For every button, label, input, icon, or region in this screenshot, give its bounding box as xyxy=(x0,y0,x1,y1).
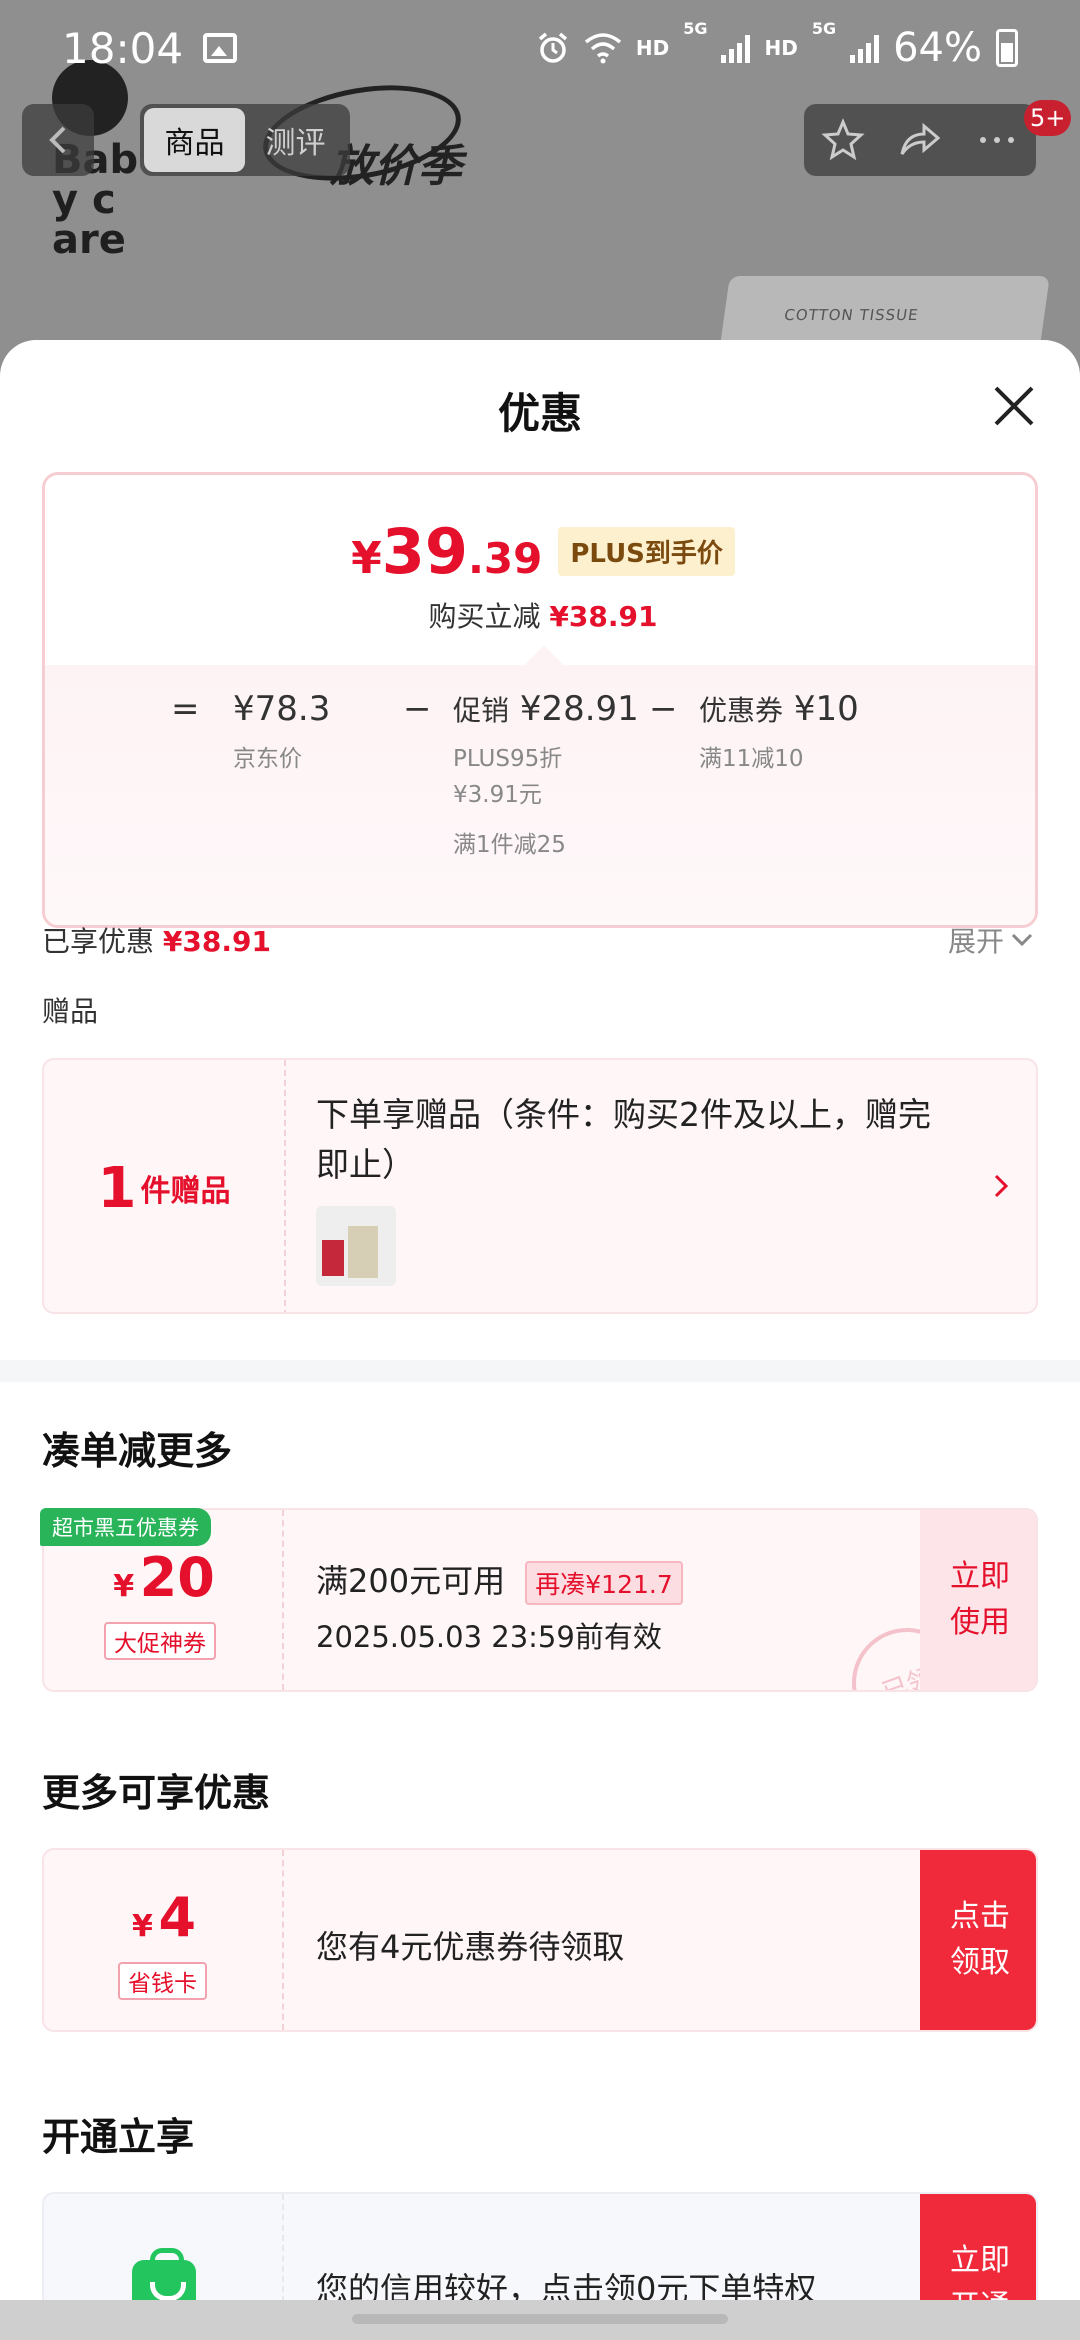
use-now-button[interactable]: 立即使用 xyxy=(920,1510,1036,1690)
coupon-line: 优惠券 ¥10 xyxy=(699,689,859,729)
gift-count-number: 1 xyxy=(97,1155,137,1221)
star-icon xyxy=(821,118,865,161)
back-button[interactable] xyxy=(22,104,94,176)
final-price-value: ¥ 39 .39 xyxy=(351,515,542,588)
chevron-down-icon xyxy=(1011,933,1033,947)
gift-card[interactable]: 1 件赠品 下单享赠品（条件：购买2件及以上，赠完即止） xyxy=(42,1058,1038,1314)
jd-price: ¥78.3 xyxy=(233,689,331,729)
more-icon xyxy=(980,137,1015,143)
coupon-condition: 满200元可用 xyxy=(316,1562,506,1600)
product-text: COTTON TISSUE xyxy=(783,306,920,324)
plus-price-tag: PLUS到手价 xyxy=(558,527,735,576)
chevron-right-icon xyxy=(994,1174,1009,1198)
network-hd-2: HD xyxy=(764,36,798,60)
home-indicator[interactable] xyxy=(352,2314,728,2324)
expand-label: 展开 xyxy=(948,925,1005,958)
top-tabs: 商品 测评 xyxy=(140,104,350,176)
minus-sign: − xyxy=(403,689,432,729)
again-amount-tag: 再凑¥121.7 xyxy=(525,1561,683,1605)
enjoyed-amount: ¥38.91 xyxy=(162,925,271,958)
price-breakdown-card: ¥ 39 .39 PLUS到手价 购买立减 ¥38.91 = ¥78.3 京东价… xyxy=(42,472,1038,928)
message-badge: 5+ xyxy=(1024,100,1072,136)
status-bar: 18:04 HD 5G HD 5G 64% xyxy=(0,0,1080,96)
minus-sign: − xyxy=(649,689,678,729)
coupon-currency: ¥ xyxy=(113,1569,135,1604)
favorite-button[interactable] xyxy=(815,112,871,168)
gallery-notification-icon xyxy=(203,33,238,63)
coupon-label: 优惠券 xyxy=(699,694,784,727)
network-gen-1: 5G xyxy=(683,19,708,38)
price-integer: 39 xyxy=(381,515,468,588)
tab-review[interactable]: 测评 xyxy=(245,108,346,172)
network-hd-1: HD xyxy=(635,36,670,60)
use-now-label: 立即使用 xyxy=(950,1559,1010,1640)
reduce-amount: ¥38.91 xyxy=(549,600,658,633)
promo-detail-rule: 满1件减25 xyxy=(453,832,566,858)
network-gen-2: 5G xyxy=(811,19,837,38)
tab-product[interactable]: 商品 xyxy=(144,108,245,172)
coupon-desc: 您有4元优惠券待领取 xyxy=(316,1928,625,1966)
top-actions xyxy=(804,104,1036,176)
coupon-amount: 4 xyxy=(158,1886,197,1949)
more-button[interactable] xyxy=(969,112,1025,168)
coupon-card-4: ¥ 4 省钱卡 您有4元优惠券待领取 点击领取 xyxy=(42,1848,1038,2032)
sheet-title: 优惠 xyxy=(497,389,582,438)
signal-icon xyxy=(850,33,880,63)
jd-price-label: 京东价 xyxy=(233,746,302,772)
share-icon xyxy=(900,122,941,155)
coupon-validity: 2025.05.03 23:59前有效 xyxy=(316,1620,662,1654)
coupon-condition-line: 满200元可用 再凑¥121.7 xyxy=(316,1556,683,1605)
promo-label: 促销 xyxy=(453,694,510,727)
more-discount-title: 凑单减更多 xyxy=(42,1429,233,1473)
instant-reduction: 购买立减 ¥38.91 xyxy=(45,595,1035,635)
price-currency: ¥ xyxy=(351,533,382,584)
gift-count: 1 件赠品 xyxy=(44,1060,286,1312)
gift-section-label: 赠品 xyxy=(42,995,99,1028)
gift-count-unit: 件赠品 xyxy=(140,1174,231,1209)
price-calculation: = ¥78.3 京东价 − 促销 ¥28.91 PLUS95折 ¥3.91元 满… xyxy=(45,665,1035,925)
coupon-amount: ¥10 xyxy=(793,689,859,729)
coupon-value: ¥ 20 xyxy=(44,1546,284,1609)
gift-thumbnail[interactable] xyxy=(316,1206,396,1286)
coupon-amount: 20 xyxy=(139,1546,215,1609)
black-friday-coupon-badge: 超市黑五优惠券 xyxy=(40,1508,211,1546)
wifi-icon xyxy=(584,33,621,64)
coupon-tag: 大促神券 xyxy=(104,1622,216,1660)
signal-icon xyxy=(721,33,751,63)
coupon-tag: 省钱卡 xyxy=(118,1962,207,2000)
close-icon[interactable] xyxy=(990,382,1038,430)
extra-discount-title: 更多可享优惠 xyxy=(42,1771,271,1815)
price-summary: ¥ 39 .39 PLUS到手价 购买立减 ¥38.91 xyxy=(45,475,1035,665)
reduce-label: 购买立减 xyxy=(428,600,541,633)
battery-icon xyxy=(996,29,1018,67)
promo-amount: ¥28.91 xyxy=(519,689,639,729)
equals-sign: = xyxy=(171,689,200,729)
coupon-currency: ¥ xyxy=(131,1909,153,1944)
coupon-rule: 满11减10 xyxy=(699,746,804,772)
final-price: ¥ 39 .39 PLUS到手价 xyxy=(45,515,1035,588)
open-benefit-title: 开通立享 xyxy=(42,2115,195,2159)
share-button[interactable] xyxy=(892,112,948,168)
battery-percent: 64% xyxy=(893,25,982,71)
gift-condition: 下单享赠品（条件：购买2件及以上，赠完即止） xyxy=(316,1095,931,1184)
enjoyed-discount: 已享优惠 ¥38.91 xyxy=(42,920,271,960)
expand-button[interactable]: 展开 xyxy=(948,920,1036,960)
promo-detail-amount: ¥3.91元 xyxy=(453,782,542,808)
enjoyed-label: 已享优惠 xyxy=(42,925,155,958)
coupon-value-area: ¥ 4 省钱卡 xyxy=(44,1850,284,2030)
section-divider xyxy=(0,1360,1080,1382)
claim-label: 点击领取 xyxy=(950,1899,1010,1980)
price-decimal: .39 xyxy=(467,534,543,583)
claim-button[interactable]: 点击领取 xyxy=(920,1850,1036,2030)
alarm-icon xyxy=(538,32,567,63)
status-time: 18:04 xyxy=(62,23,184,73)
back-arrow-icon xyxy=(49,126,66,154)
promo-detail-plus: PLUS95折 xyxy=(453,746,563,772)
coupon-value: ¥ 4 xyxy=(44,1886,284,1949)
discount-sheet: 优惠 ¥ 39 .39 PLUS到手价 购买立减 ¥38.91 = ¥78.3 … xyxy=(0,340,1080,2340)
promo-line: 促销 ¥28.91 xyxy=(453,689,639,729)
